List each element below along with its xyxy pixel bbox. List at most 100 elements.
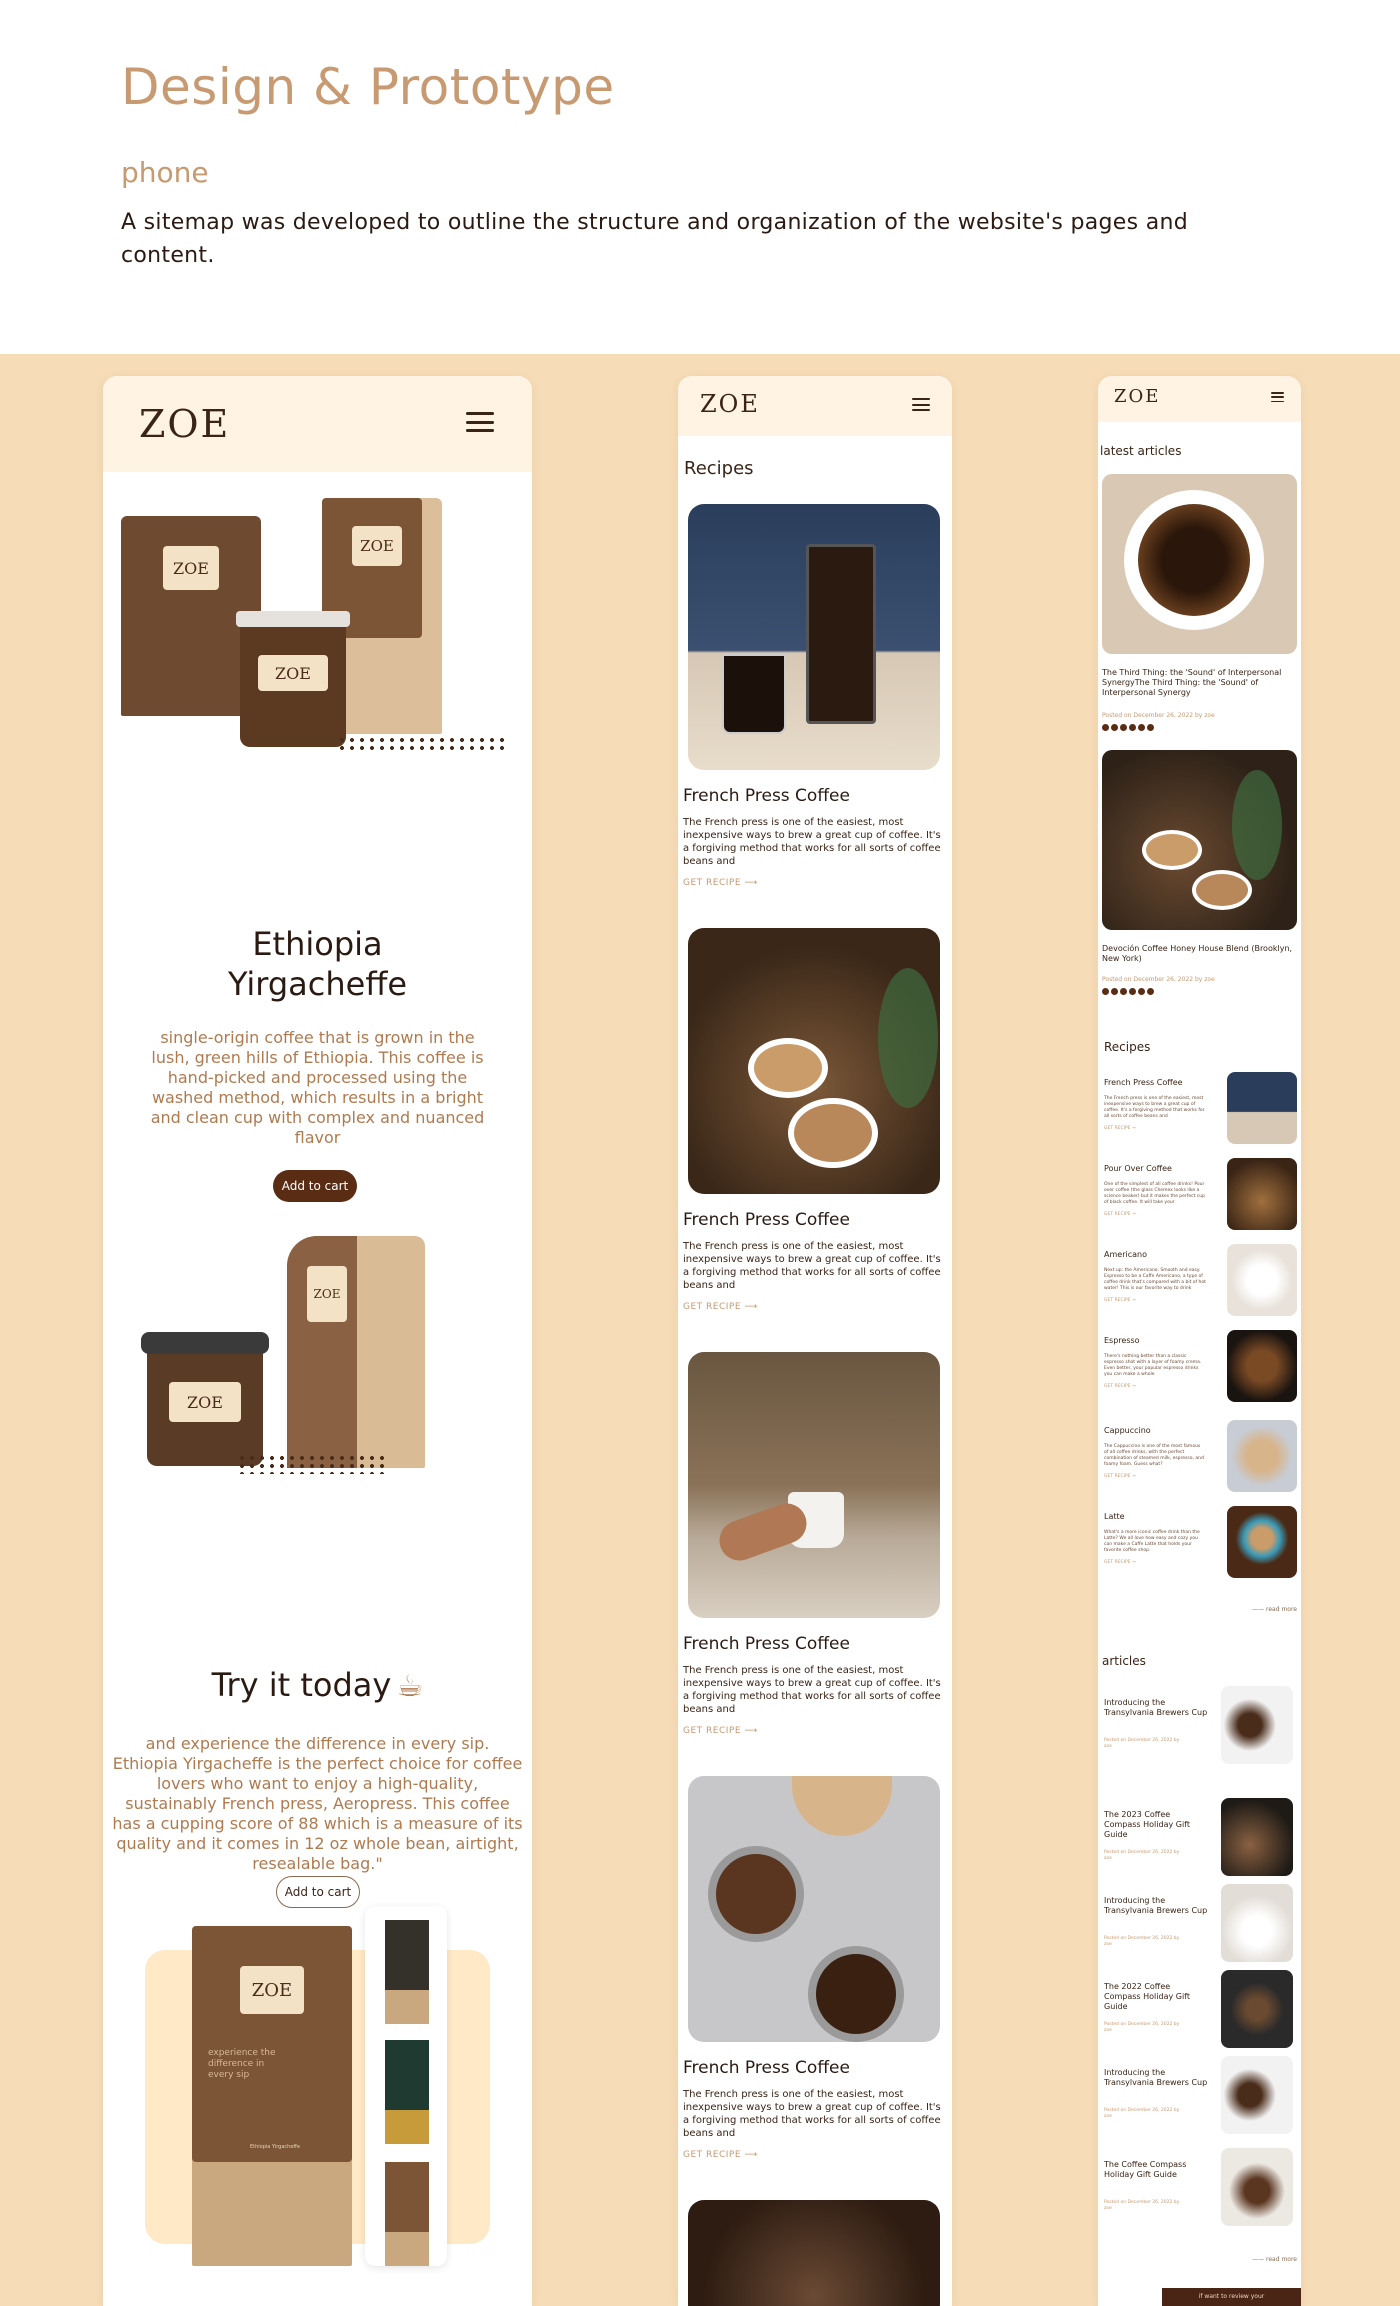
try-description: and experience the difference in every s… — [112, 1734, 523, 1873]
arrow-right-icon: ⟶ — [744, 1726, 758, 1736]
arrow-right-icon: → — [1131, 1474, 1136, 1479]
phone-mockup-product: ZOE ZOE ZOE ZOE Ethiopia Yirgacheffe sin… — [103, 376, 532, 2306]
top-nav: ZOE — [103, 376, 532, 472]
product-image-bag-cup: ZOE ZOE — [117, 1236, 515, 1476]
gallery-thumb-2[interactable] — [385, 2040, 429, 2144]
get-recipe-link[interactable]: GET RECIPE ⟶ — [683, 2150, 758, 2160]
recipe-row[interactable]: Pour Over Coffee One of the simplest of … — [1098, 1156, 1301, 1234]
americano-thumb — [1227, 1244, 1297, 1316]
article-image-latte[interactable] — [1102, 750, 1297, 930]
brand-logo[interactable]: ZOE — [139, 402, 230, 446]
recipe-row[interactable]: Espresso There's nothing better than a c… — [1098, 1328, 1301, 1406]
recipe-row[interactable]: Cappuccino The Cappuccino is one of the … — [1098, 1418, 1301, 1496]
social-share-icons[interactable] — [1102, 724, 1154, 731]
article-row[interactable]: The 2022 Coffee Compass Holiday Gift Gui… — [1098, 1970, 1301, 2056]
get-recipe-link[interactable]: GET RECIPE → — [1104, 1126, 1136, 1131]
get-recipe-link[interactable]: GET RECIPE → — [1104, 1474, 1136, 1479]
recipe-card[interactable]: French Press Coffee The French press is … — [678, 1352, 952, 1776]
article-thumb — [1221, 1686, 1293, 1764]
arrow-right-icon: → — [1131, 1560, 1136, 1565]
coffee-beans — [237, 1454, 387, 1474]
arrow-right-icon: ⟶ — [744, 1302, 758, 1312]
recipes-heading: Recipes — [1104, 1040, 1151, 1054]
review-cta-button[interactable]: if want to review your — [1162, 2288, 1301, 2306]
get-recipe-link[interactable]: GET RECIPE ⟶ — [683, 1302, 758, 1312]
arrow-right-icon: ⟶ — [744, 2150, 758, 2160]
case-study-header: Design & Prototype phone A sitemap was d… — [0, 0, 1400, 354]
top-nav: ZOE — [1098, 376, 1301, 422]
section-subtitle: phone — [121, 156, 209, 189]
arrow-right-icon: ⟶ — [744, 878, 758, 888]
add-to-cart-button-outline[interactable]: Add to cart — [276, 1876, 360, 1908]
coffee-bag: ZOE — [287, 1236, 425, 1468]
arrow-right-icon: → — [1131, 1212, 1136, 1217]
article-thumb — [1221, 1884, 1293, 1962]
top-nav: ZOE — [678, 376, 952, 436]
coffee-cup-icon: ☕ — [396, 1669, 424, 1704]
section-title: Design & Prototype — [121, 58, 615, 116]
articles-heading: articles — [1102, 1654, 1146, 1668]
gallery-thumb-3[interactable] — [385, 2162, 429, 2266]
recipe-card[interactable]: French Press Coffee The French press is … — [678, 928, 952, 1352]
gallery-thumbnails — [365, 1906, 447, 2266]
recipe-card[interactable]: French Press Coffee The French press is … — [678, 1776, 952, 2200]
article-row[interactable]: The 2023 Coffee Compass Holiday Gift Gui… — [1098, 1798, 1301, 1884]
recipes-heading: Recipes — [684, 458, 754, 479]
phone-mockup-recipes: ZOE Recipes French Press Coffee The Fren… — [678, 376, 952, 2306]
espresso-thumb — [1227, 1330, 1297, 1402]
get-recipe-link[interactable]: GET RECIPE → — [1104, 1560, 1136, 1565]
gallery-thumb-1[interactable] — [385, 1920, 429, 2024]
get-recipe-link[interactable]: GET RECIPE → — [1104, 1384, 1136, 1389]
menu-icon[interactable] — [466, 412, 494, 432]
article-image-coffee-cup[interactable] — [1102, 474, 1297, 654]
product-title: Ethiopia Yirgacheffe — [227, 925, 408, 1003]
arrow-right-icon: → — [1131, 1298, 1136, 1303]
latte-thumb — [1227, 1506, 1297, 1578]
add-to-cart-button[interactable]: Add to cart — [273, 1170, 357, 1202]
article-thumb — [1221, 2148, 1293, 2226]
article-thumb — [1221, 2056, 1293, 2134]
recipe-card[interactable]: French Press Coffee The French press is … — [678, 504, 952, 928]
latte-cups-image — [688, 928, 940, 1194]
article-meta: Posted on December 26, 2022 by zoe — [1102, 976, 1215, 983]
recipe-row[interactable]: Americano Next up: the Americano. Smooth… — [1098, 1242, 1301, 1320]
cappuccino-thumb — [1227, 1420, 1297, 1492]
steaming-cup-image — [688, 1352, 940, 1618]
read-more-link[interactable]: —— read more — [1252, 2256, 1297, 2263]
article-meta: Posted on December 26, 2022 by zoe — [1102, 712, 1215, 719]
menu-icon[interactable] — [1271, 392, 1284, 402]
article-row[interactable]: Introducing the Transylvania Brewers Cup… — [1098, 2056, 1301, 2142]
get-recipe-link[interactable]: GET RECIPE → — [1104, 1212, 1136, 1217]
arrow-right-icon: → — [1131, 1126, 1136, 1131]
get-recipe-link[interactable]: GET RECIPE → — [1104, 1298, 1136, 1303]
recipe-row[interactable]: Latte What's a more iconic coffee drink … — [1098, 1504, 1301, 1582]
pour-over-thumb — [1227, 1158, 1297, 1230]
arrow-right-icon: → — [1131, 1384, 1136, 1389]
get-recipe-link[interactable]: GET RECIPE ⟶ — [683, 1726, 758, 1736]
article-thumb — [1221, 1798, 1293, 1876]
article-thumb — [1221, 1970, 1293, 2048]
section-description: A sitemap was developed to outline the s… — [121, 210, 1188, 268]
try-heading: Try it today ☕ — [211, 1666, 424, 1704]
coffee-cup: ZOE — [141, 1332, 269, 1466]
article-title[interactable]: Devoción Coffee Honey House Blend (Brook… — [1102, 944, 1297, 964]
french-press-thumb — [1227, 1072, 1297, 1144]
hero-product-image: ZOE ZOE ZOE — [117, 498, 515, 756]
article-row[interactable]: Introducing the Transylvania Brewers Cup… — [1098, 1686, 1301, 1772]
brand-logo[interactable]: ZOE — [1114, 386, 1160, 407]
read-more-link[interactable]: —— read more — [1252, 1606, 1297, 1613]
article-row[interactable]: The Coffee Compass Holiday Gift Guide Po… — [1098, 2148, 1301, 2234]
coffee-cup: ZOE — [236, 611, 350, 747]
social-share-icons[interactable] — [1102, 988, 1154, 995]
french-press-image — [688, 504, 940, 770]
menu-icon[interactable] — [912, 398, 930, 411]
get-recipe-link[interactable]: GET RECIPE ⟶ — [683, 878, 758, 888]
gallery-main-bag: ZOE experience the difference in every s… — [192, 1926, 352, 2266]
recipe-row[interactable]: French Press Coffee The French press is … — [1098, 1070, 1301, 1148]
recipe-card-partial-image — [688, 2200, 940, 2306]
espresso-portafilter-image — [688, 1776, 940, 2042]
brand-logo[interactable]: ZOE — [700, 390, 760, 418]
coffee-beans — [337, 736, 507, 752]
article-row[interactable]: Introducing the Transylvania Brewers Cup… — [1098, 1884, 1301, 1970]
article-title[interactable]: The Third Thing: the 'Sound' of Interper… — [1102, 668, 1297, 698]
